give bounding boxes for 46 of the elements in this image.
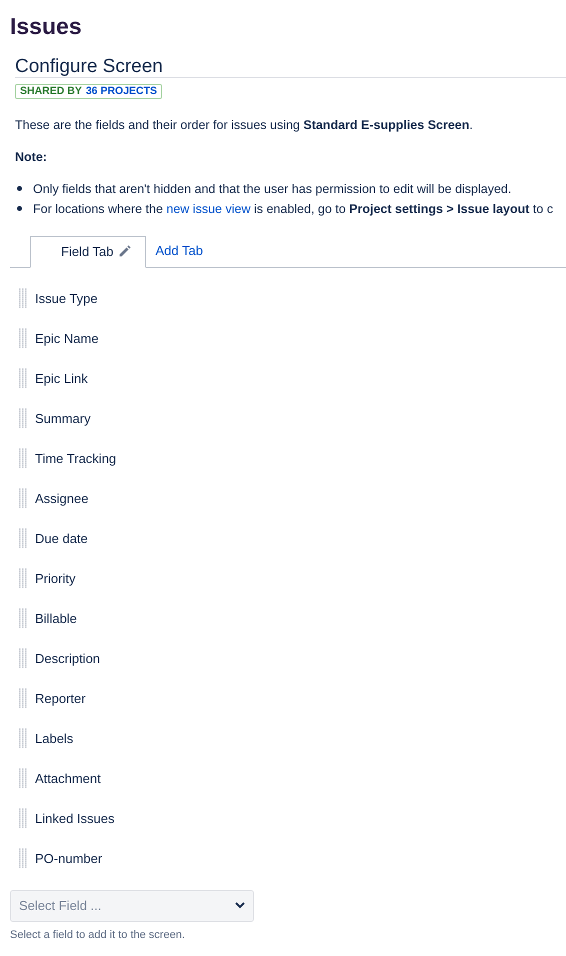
field-name: Due date [35,530,88,548]
field-name: PO-number [35,850,102,868]
field-name: Billable [35,610,77,628]
field-name: Time Tracking [35,450,116,468]
drag-handle-icon [19,408,27,429]
tab[interactable]: Field Tab [30,236,146,268]
field-name: Issue Type [35,290,98,308]
drag-handle-icon [19,608,27,629]
field-name: Reporter [35,690,86,708]
drag-handle-icon [19,448,27,469]
drag-handle-icon [19,288,27,309]
drag-handle-icon [19,648,27,669]
field-name: Priority [35,570,76,588]
pencil-icon [118,245,131,258]
help-text: Select a field to add it to the screen. [10,928,186,942]
field-name: Epic Link [35,370,88,388]
tab[interactable]: Add Tab [146,234,213,266]
field-name: Summary [35,410,91,428]
note-text: Only fields that aren't hidden and that the user has permission to edit will be displayed. [33,180,512,198]
bullet-icon [17,206,22,211]
bullet-icon [17,186,22,191]
shared-label: SHARED BY [20,85,82,98]
drag-handle-icon [19,528,27,549]
field-name: Linked Issues [35,810,114,828]
drag-handle-icon [19,368,27,389]
field-name: Description [35,650,100,668]
drag-handle-icon [19,808,27,829]
drag-handle-icon [19,688,27,709]
screen-title: Configure Screen [15,57,163,77]
drag-handle-icon [19,768,27,789]
field-name: Labels [35,730,74,748]
field-name: Epic Name [35,330,99,348]
projects-link[interactable]: 36 PROJECTS [86,85,158,98]
new-issue-view-link[interactable]: new issue view [166,202,250,216]
note-heading: Note: [15,148,48,166]
drag-handle-icon [19,568,27,589]
drag-handle-icon [19,328,27,349]
drag-handle-icon [19,488,27,509]
chevron-down-icon [235,902,245,909]
description-text: These are the fields and their order for issues using Standard E-supplies Screen. [15,117,474,134]
field-name: Attachment [35,770,101,788]
drag-handle-icon [19,848,27,869]
field-name: Assignee [35,490,88,508]
drag-handle-icon [19,728,27,749]
page-title: Issues [10,12,83,40]
note-text: For locations where the new issue view is enabled, go to Project settings > Issue layout to c [33,200,554,218]
